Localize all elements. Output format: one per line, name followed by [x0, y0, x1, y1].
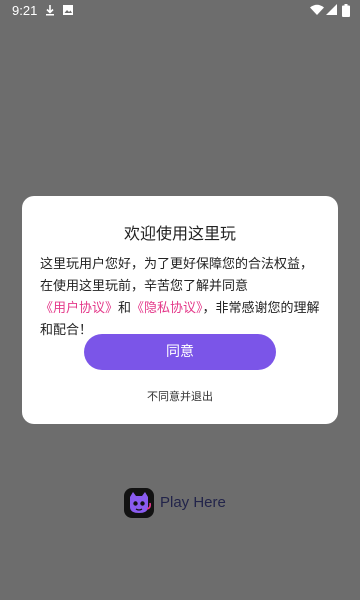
status-time: 9:21: [12, 3, 38, 18]
user-agreement-link[interactable]: 《用户协议》: [40, 301, 118, 316]
image-icon: [63, 5, 73, 15]
consent-dialog: 欢迎使用这里玩 这里玩用户您好，为了更好保障您的合法权益，在使用这里玩前，辛苦您…: [22, 196, 338, 424]
dialog-body: 这里玩用户您好，为了更好保障您的合法权益，在使用这里玩前，辛苦您了解并同意《用户…: [40, 254, 322, 342]
download-icon: [46, 5, 54, 16]
dialog-title: 欢迎使用这里玩: [123, 224, 236, 243]
disagree-exit-link[interactable]: 不同意并退出: [22, 388, 338, 404]
play-here-logo-icon: [124, 488, 154, 518]
play-here-logo-glyph: [130, 492, 151, 513]
privacy-agreement-link[interactable]: 《隐私协议》: [131, 301, 203, 316]
wifi-icon: [310, 4, 324, 15]
brand-name: Play Here: [160, 494, 226, 511]
agree-button[interactable]: 同意: [84, 334, 276, 370]
dialog-body-prefix: 这里玩用户您好，为了更好保障您的合法权益，在使用这里玩前，辛苦您了解并同意: [40, 257, 314, 294]
signal-icon: [326, 4, 337, 15]
battery-icon: [342, 4, 350, 17]
status-bar: 9:21: [0, 0, 360, 22]
screen: 9:21 欢迎使用这里玩 这里玩用户您好，为了更好保障您的合法权益，在使用这里玩…: [0, 0, 360, 600]
dialog-body-conjunction: 和: [118, 301, 132, 316]
